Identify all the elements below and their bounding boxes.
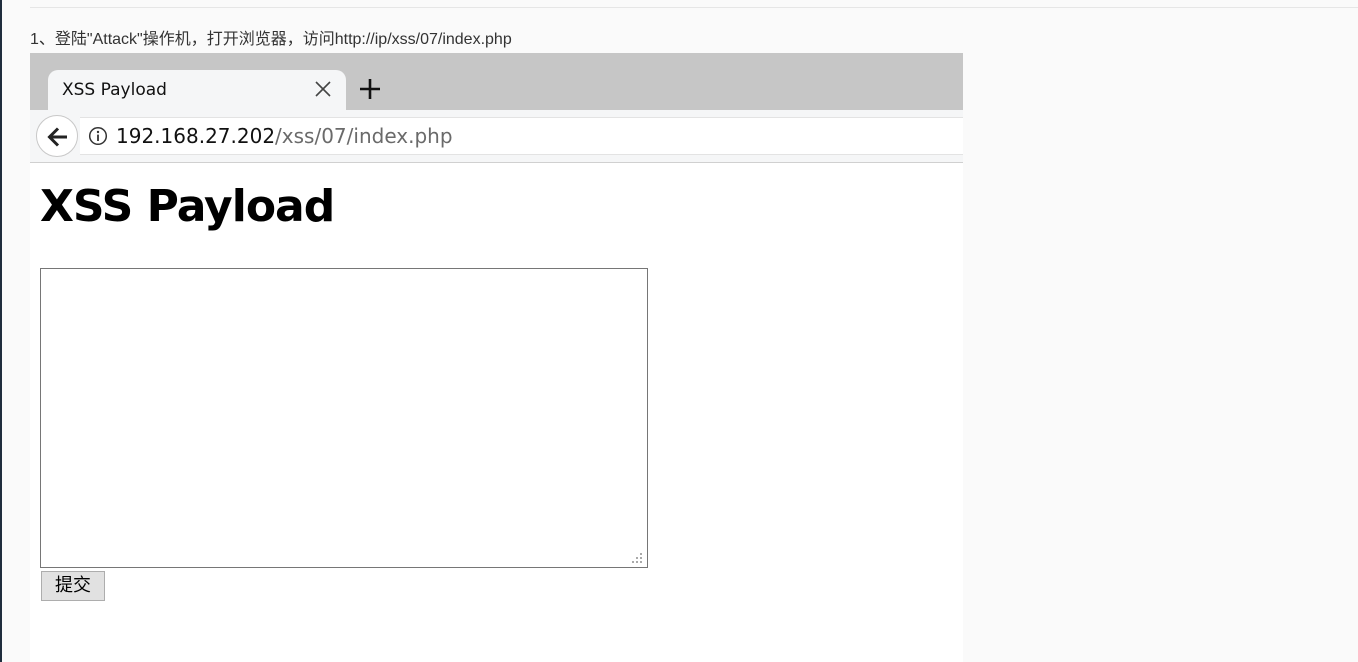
address-bar[interactable]: 192.168.27.202/xss/07/index.php bbox=[80, 117, 963, 155]
tab-title: XSS Payload bbox=[62, 80, 167, 100]
top-divider bbox=[30, 7, 1358, 8]
plus-icon[interactable] bbox=[358, 77, 382, 101]
info-icon[interactable] bbox=[88, 126, 108, 146]
close-icon[interactable] bbox=[312, 78, 334, 100]
page-title: XSS Payload bbox=[40, 181, 335, 232]
instruction-step: 1、登陆"Attack"操作机，打开浏览器，访问http://ip/xss/07… bbox=[30, 31, 512, 48]
url-host: 192.168.27.202 bbox=[116, 124, 276, 148]
tab-strip: XSS Payload bbox=[30, 53, 963, 110]
payload-textarea[interactable] bbox=[40, 268, 648, 568]
navigation-toolbar: 192.168.27.202/xss/07/index.php bbox=[30, 110, 963, 163]
url-text: 192.168.27.202/xss/07/index.php bbox=[116, 123, 453, 149]
window-left-edge bbox=[0, 0, 2, 662]
back-button[interactable] bbox=[36, 115, 78, 157]
browser-screenshot: XSS Payload 192.168.27.202/xss/07/index.… bbox=[30, 53, 963, 662]
url-path: /xss/07/index.php bbox=[275, 124, 453, 148]
tab-xss-payload[interactable]: XSS Payload bbox=[48, 70, 346, 110]
submit-button[interactable]: 提交 bbox=[41, 571, 105, 601]
back-arrow-icon bbox=[47, 127, 67, 147]
page-content: XSS Payload 提交 bbox=[30, 164, 963, 662]
resize-grip-icon[interactable] bbox=[630, 550, 644, 564]
